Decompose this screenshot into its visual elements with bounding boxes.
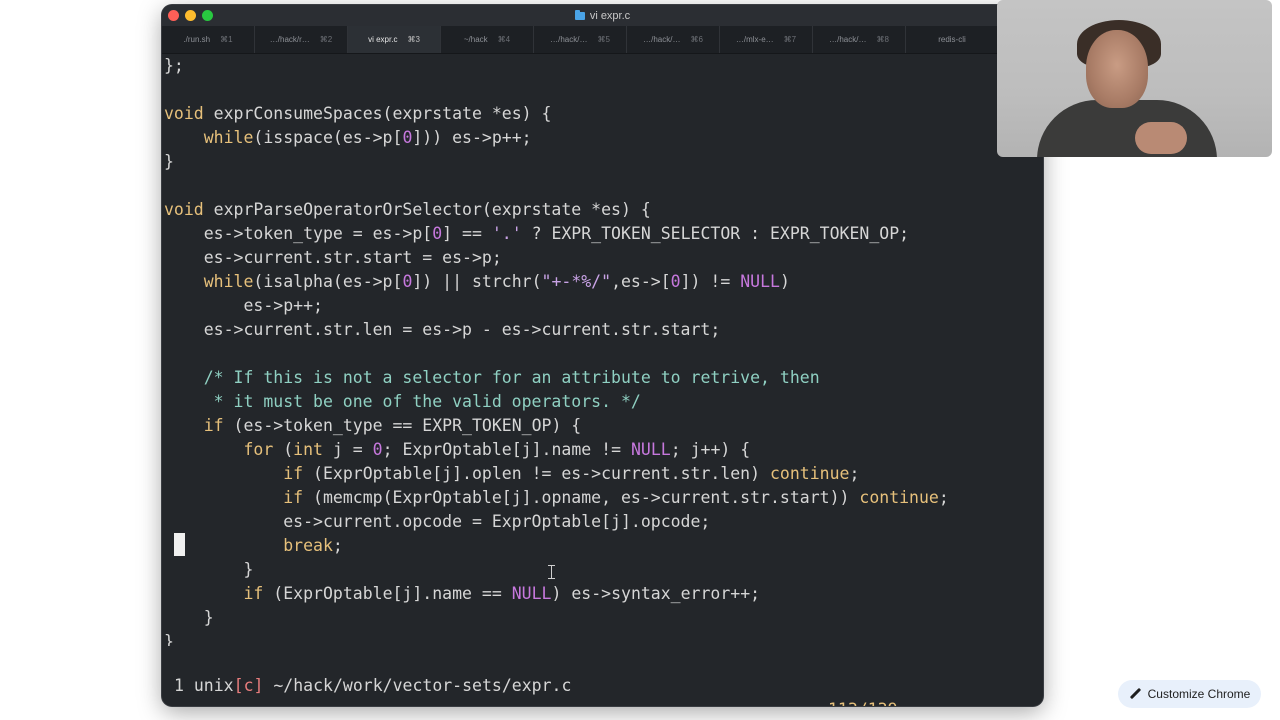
tab-shortcut: ⌘7 — [783, 35, 797, 44]
code-line[interactable]: while(isalpha(es->p[0]) || strchr("+-*%/… — [162, 270, 1043, 294]
code-line[interactable]: if (memcmp(ExprOptable[j].opname, es->cu… — [162, 486, 1043, 510]
title-bar[interactable]: vi expr.c — [162, 5, 1043, 26]
code-line[interactable]: es->token_type = es->p[0] == '.' ? EXPR_… — [162, 222, 1043, 246]
maximize-window-button[interactable] — [202, 10, 213, 21]
tab-shortcut: ⌘5 — [597, 35, 610, 44]
tab-bar: ./run.sh ⌘1 …/hack/r… ⌘2 vi expr.c ⌘3 ~/hack ⌘4… — [162, 26, 1043, 54]
code-line[interactable]: * it must be one of the valid operators.… — [162, 390, 1043, 414]
code-line[interactable]: break; — [162, 534, 1043, 558]
ibeam-cursor-icon — [548, 565, 556, 579]
code-line[interactable]: for (int j = 0; ExprOptable[j].name != N… — [162, 438, 1043, 462]
status-filetype: c — [243, 676, 254, 695]
tab-1[interactable]: ./run.sh ⌘1 — [162, 26, 255, 53]
code-editor[interactable]: }; void exprConsumeSpaces(exprstate *es)… — [162, 54, 1043, 646]
tab-shortcut: ⌘2 — [319, 35, 333, 44]
tab-label: vi expr.c — [368, 35, 398, 44]
presenter-head — [1086, 30, 1148, 108]
tab-label: ~/hack — [463, 35, 488, 44]
tab-2[interactable]: …/hack/r… ⌘2 — [255, 26, 348, 53]
tab-label: …/hack/… — [643, 35, 681, 44]
customize-chrome-label: Customize Chrome — [1147, 687, 1251, 701]
code-line[interactable]: if (ExprOptable[j].oplen != es->current.… — [162, 462, 1043, 486]
tab-shortcut: ⌘6 — [690, 35, 703, 44]
code-line[interactable]: while(isspace(es->p[0])) es->p++; — [162, 126, 1043, 150]
code-line[interactable]: es->current.str.start = es->p; — [162, 246, 1043, 270]
tab-shortcut: ⌘4 — [497, 35, 511, 44]
vim-status-line: 1 unix[c] ~/hack/work/vector-sets/expr.c… — [162, 650, 1043, 706]
code-line[interactable]: } — [162, 606, 1043, 630]
close-window-button[interactable] — [168, 10, 179, 21]
tab-9[interactable]: redis-cli — [906, 26, 999, 53]
code-line[interactable] — [162, 174, 1043, 198]
tab-shortcut: ⌘1 — [220, 35, 233, 44]
code-line[interactable] — [162, 78, 1043, 102]
tab-label: redis-cli — [938, 35, 966, 44]
code-line[interactable]: if (es->token_type == EXPR_TOKEN_OP) { — [162, 414, 1043, 438]
minimize-window-button[interactable] — [185, 10, 196, 21]
folder-icon — [574, 9, 585, 20]
status-format: unix — [193, 676, 234, 695]
tab-label: …/hack/… — [550, 35, 588, 44]
status-bracket-open: [ — [233, 676, 244, 695]
code-line[interactable]: if (ExprOptable[j].name == NULL) es->syn… — [162, 582, 1043, 606]
tab-label: …/hack/… — [829, 35, 867, 44]
text-cursor — [174, 533, 185, 556]
code-line[interactable]: }; — [162, 54, 1043, 78]
pencil-icon — [1129, 688, 1141, 700]
code-line[interactable]: void exprConsumeSpaces(exprstate *es) { — [162, 102, 1043, 126]
status-buffer-number: 1 — [174, 676, 184, 695]
tab-6[interactable]: …/hack/… ⌘6 — [627, 26, 720, 53]
code-line[interactable]: es->current.str.len = es->p - es->curren… — [162, 318, 1043, 342]
status-file-info: 1 unix[c] ~/hack/work/vector-sets/expr.c — [174, 674, 571, 698]
tab-shortcut: ⌘8 — [876, 35, 889, 44]
status-line-position: 113/139 — [828, 698, 898, 706]
presenter-hand — [1135, 122, 1187, 154]
presenter-body — [1037, 100, 1217, 157]
code-line[interactable]: es->p++; — [162, 294, 1043, 318]
code-line[interactable]: es->current.opcode = ExprOptable[j].opco… — [162, 510, 1043, 534]
tab-label: …/mlx-e… — [735, 35, 774, 44]
tab-label: …/hack/r… — [269, 35, 310, 44]
code-line[interactable]: void exprParseOperatorOrSelector(exprsta… — [162, 198, 1043, 222]
tab-7[interactable]: …/mlx-e… ⌘7 — [720, 26, 813, 53]
status-bracket-close: ] — [253, 676, 264, 695]
status-path: ~/hack/work/vector-sets/expr.c — [273, 676, 572, 695]
webcam-overlay — [997, 0, 1272, 157]
window-title-group: vi expr.c — [574, 9, 631, 22]
terminal-window: vi expr.c ./run.sh ⌘1 …/hack/r… ⌘2 vi expr.c… — [162, 5, 1043, 706]
code-line[interactable]: } — [162, 630, 1043, 646]
tab-label: ./run.sh — [183, 35, 211, 44]
code-line[interactable]: } — [162, 558, 1043, 582]
tab-4[interactable]: ~/hack ⌘4 — [441, 26, 534, 53]
tab-5[interactable]: …/hack/… ⌘5 — [534, 26, 627, 53]
window-title: vi expr.c — [589, 9, 631, 22]
code-line[interactable] — [162, 342, 1043, 366]
customize-chrome-button[interactable]: Customize Chrome — [1118, 680, 1261, 708]
tab-shortcut: ⌘3 — [407, 35, 420, 44]
code-line[interactable]: } — [162, 150, 1043, 174]
tab-3[interactable]: vi expr.c ⌘3 — [348, 26, 441, 53]
tab-8[interactable]: …/hack/… ⌘8 — [813, 26, 906, 53]
code-line[interactable]: /* If this is not a selector for an attr… — [162, 366, 1043, 390]
